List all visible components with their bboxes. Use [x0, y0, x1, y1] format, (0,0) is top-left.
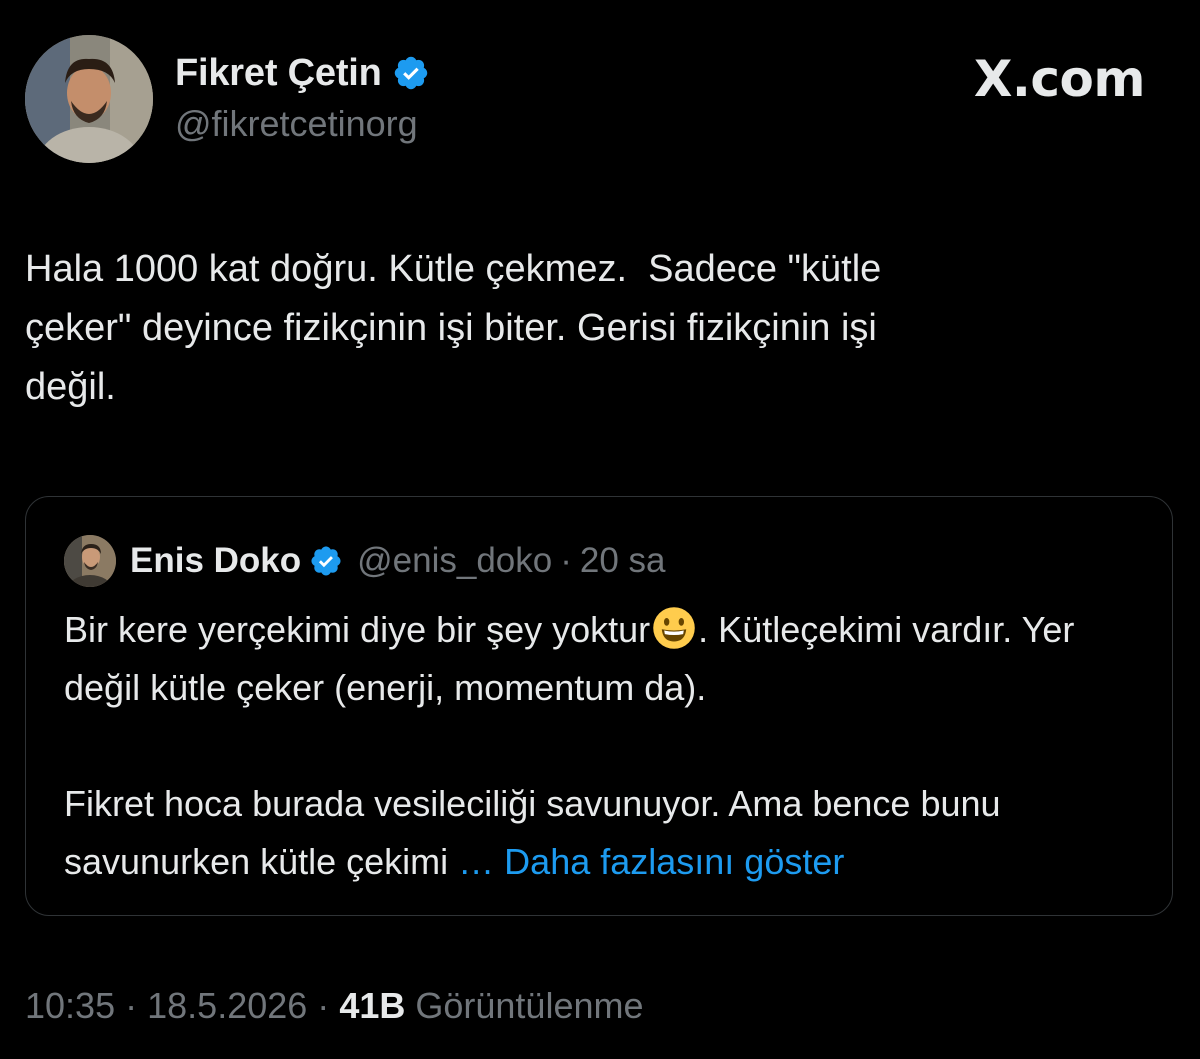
show-more-link[interactable]: … Daha fazlasını göster: [458, 841, 844, 882]
author-handle[interactable]: @fikretcetinorg: [175, 103, 430, 145]
views-count: 41B: [339, 985, 406, 1026]
verified-badge-icon: [311, 546, 341, 576]
quoted-paragraph-2: Fikret hoca burada vesileciliği savunuyo…: [64, 775, 1144, 891]
quoted-paragraph-1: Bir kere yerçekimi diye bir şey yoktur .…: [64, 601, 1144, 717]
author-name[interactable]: Fikret Çetin: [175, 52, 382, 95]
author-avatar[interactable]: [25, 35, 153, 163]
quoted-text-part: Bir kere yerçekimi diye bir şey yoktur: [64, 609, 651, 650]
separator-dot: ·: [317, 985, 330, 1026]
quoted-author-handle[interactable]: @enis_doko: [357, 541, 552, 581]
separator-dot: ·: [125, 985, 138, 1026]
tweet-author: Fikret Çetin @fikretcetinorg: [25, 35, 430, 163]
quoted-timestamp[interactable]: 20 sa: [580, 541, 666, 581]
x-logo: X.com: [973, 50, 1146, 108]
tweet-date[interactable]: 18.5.2026: [147, 985, 307, 1026]
views-label: Görüntülenme: [415, 985, 644, 1026]
quoted-author-avatar[interactable]: [64, 535, 116, 587]
quoted-tweet-text: Bir kere yerçekimi diye bir şey yoktur .…: [64, 601, 1144, 891]
quoted-tweet-card[interactable]: Enis Doko @enis_doko · 20 sa Bir kere ye…: [25, 496, 1173, 916]
separator-dot: ·: [560, 541, 572, 580]
tweet-time[interactable]: 10:35: [25, 985, 115, 1026]
verified-badge-icon: [394, 56, 427, 90]
grinning-face-emoji-icon: [653, 607, 695, 649]
tweet-text: Hala 1000 kat doğru. Kütle çekmez. Sadec…: [25, 248, 882, 408]
quoted-author-name[interactable]: Enis Doko: [130, 541, 301, 581]
tweet-metadata: 10:35 · 18.5.2026 · 41B Görüntülenme: [25, 985, 644, 1027]
